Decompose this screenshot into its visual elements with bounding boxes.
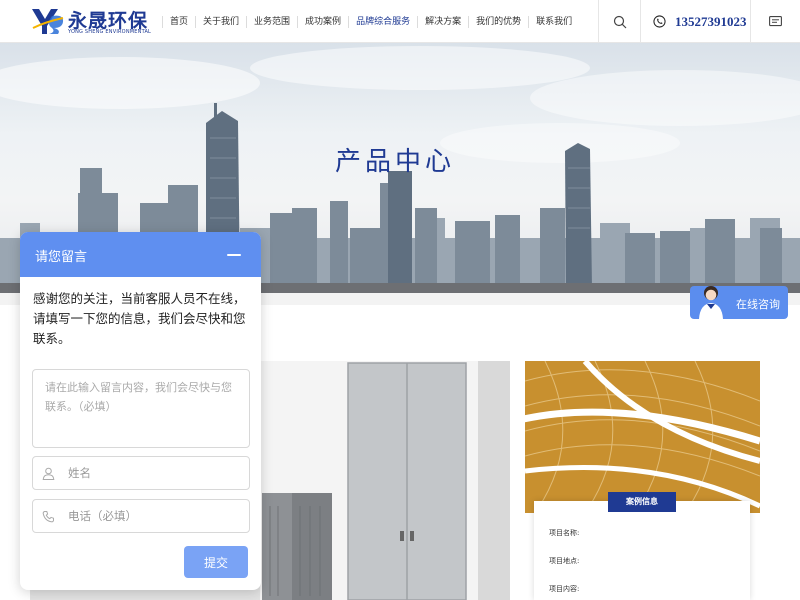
case-project-name: 项目名称: — [549, 529, 580, 537]
nav-item-home[interactable]: 首页 — [162, 15, 195, 28]
nav-item-solutions[interactable]: 解决方案 — [417, 15, 468, 28]
phone-field[interactable] — [32, 499, 250, 533]
case-photo-side[interactable] — [525, 361, 760, 513]
page-title: 产品中心 — [334, 147, 455, 177]
logo-mark-icon — [32, 9, 64, 34]
online-consult-label: 在线咨询 — [736, 298, 780, 311]
case-info-tab[interactable]: 案例信息 — [608, 492, 676, 512]
minimize-button[interactable] — [224, 246, 244, 264]
chat-greeting: 感谢您的关注，当前客服人员不在线，请填写一下您的信息，我们会尽快和您联系。 — [33, 291, 246, 346]
name-input[interactable] — [68, 463, 243, 483]
leave-message-widget: 请您留言 感谢您的关注，当前客服人员不在线，请填写一下您的信息，我们会尽快和您联… — [20, 232, 261, 590]
nav-item-brand-service[interactable]: 品牌综合服务 — [348, 15, 417, 28]
case-project-location: 项目地点: — [549, 557, 580, 565]
message-button[interactable] — [750, 0, 800, 43]
case-info-card: 案例信息 项目名称: 项目地点: 项目内容: — [534, 492, 750, 600]
nav-item-business[interactable]: 业务范围 — [246, 15, 297, 28]
online-consult-button[interactable]: 在线咨询 — [690, 286, 788, 319]
search-button[interactable] — [598, 0, 640, 43]
header-phone[interactable]: 13527391023 — [640, 0, 750, 43]
phone-icon — [653, 15, 666, 28]
main-nav: 首页 关于我们 业务范围 成功案例 品牌综合服务 解决方案 我们的优势 联系我们 — [162, 0, 579, 43]
site-header: 永晟环保 YONG SHENG ENVIRONMENTAL 首页 关于我们 业务… — [0, 0, 800, 43]
nav-item-contact[interactable]: 联系我们 — [528, 15, 579, 28]
search-icon — [613, 15, 626, 28]
phone-number: 13527391023 — [675, 13, 747, 29]
agent-avatar-icon — [699, 286, 723, 319]
phone-input[interactable] — [68, 506, 243, 526]
phone-icon — [42, 511, 54, 523]
chat-header: 请您留言 — [20, 232, 261, 277]
message-icon — [769, 15, 782, 26]
name-field[interactable] — [32, 456, 250, 490]
nav-item-about[interactable]: 关于我们 — [195, 15, 246, 28]
logo-subtext: YONG SHENG ENVIRONMENTAL — [68, 29, 152, 35]
message-input[interactable] — [32, 369, 250, 448]
chat-title: 请您留言 — [35, 250, 88, 265]
logo[interactable]: 永晟环保 YONG SHENG ENVIRONMENTAL — [30, 6, 160, 38]
user-icon — [42, 467, 55, 480]
ceiling-structure-illustration — [525, 361, 760, 513]
nav-item-cases[interactable]: 成功案例 — [297, 15, 348, 28]
submit-button[interactable]: 提交 — [184, 546, 248, 578]
case-project-content: 项目内容: — [549, 585, 580, 593]
nav-item-advantages[interactable]: 我们的优势 — [468, 15, 528, 28]
